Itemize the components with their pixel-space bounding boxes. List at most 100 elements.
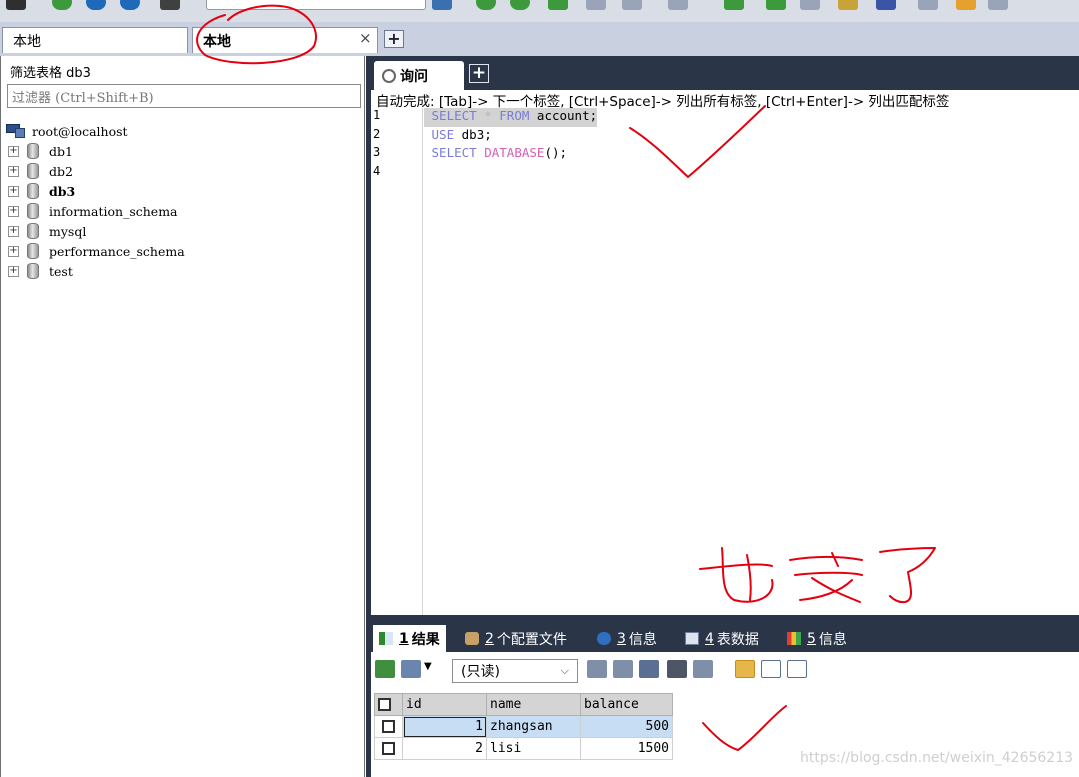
- cell-balance[interactable]: 500: [580, 715, 673, 738]
- connection-tab-bar: 本地 本地 × +: [0, 22, 1079, 56]
- tab-info-5[interactable]: 5 信息: [781, 625, 853, 652]
- chevron-down-icon: ⌵: [560, 664, 569, 677]
- toolbar-icon[interactable]: [918, 0, 938, 10]
- database-icon: [27, 163, 39, 179]
- toolbar-icon[interactable]: [432, 0, 452, 10]
- toolbar-icon[interactable]: [52, 0, 72, 10]
- toolbar-icon[interactable]: [160, 0, 180, 10]
- toolbar-icon[interactable]: [120, 0, 140, 10]
- chevron-down-icon[interactable]: ▼: [424, 661, 432, 672]
- row-checkbox[interactable]: [374, 737, 403, 760]
- expand-icon[interactable]: +: [8, 225, 19, 237]
- tree-item-performance_schema[interactable]: + performance_schema: [6, 241, 185, 261]
- code-area[interactable]: SELECT * FROM account; USE db3; SELECT D…: [424, 108, 598, 183]
- toolbar-icon[interactable]: [510, 0, 530, 10]
- expand-icon[interactable]: +: [8, 265, 19, 277]
- table-row[interactable]: 1 zhangsan 500: [374, 715, 673, 738]
- column-header[interactable]: balance: [580, 693, 673, 716]
- tree-item-db3[interactable]: + db3: [6, 181, 185, 201]
- cell-id[interactable]: 1: [402, 715, 487, 738]
- tab-info[interactable]: 3 信息: [591, 625, 663, 652]
- toolbar-icon[interactable]: [956, 0, 976, 10]
- result-tab-bar: 1 结果 2 个配置文件 3 信息 4 表数据 5 信息: [371, 622, 1079, 652]
- toolbar-icon[interactable]: [86, 0, 106, 10]
- database-label: test: [49, 263, 73, 279]
- import-icon[interactable]: [401, 660, 421, 678]
- connection-tab-active[interactable]: 本地: [192, 27, 378, 53]
- code-line-4[interactable]: [424, 164, 597, 183]
- toolbar-icon[interactable]: [800, 0, 820, 10]
- cell-balance[interactable]: 1500: [580, 737, 673, 760]
- new-connection-tab-button[interactable]: +: [384, 30, 404, 48]
- database-icon: [27, 183, 39, 199]
- row-checkbox[interactable]: [374, 715, 403, 738]
- toolbar-icon[interactable]: [476, 0, 496, 10]
- toolbar-icon[interactable]: [6, 0, 26, 10]
- toolbar-icon[interactable]: [206, 0, 426, 10]
- text-view-icon[interactable]: [787, 660, 807, 678]
- server-label: root@localhost: [32, 123, 128, 139]
- tab-query[interactable]: 询问: [374, 61, 464, 90]
- tree-item-db1[interactable]: + db1: [6, 141, 185, 161]
- line-number-gutter: 1 2 3 4: [371, 108, 423, 615]
- close-tab-icon[interactable]: ×: [359, 29, 372, 47]
- expand-icon[interactable]: +: [8, 185, 19, 197]
- cancel-icon[interactable]: [693, 660, 713, 678]
- expand-icon[interactable]: +: [8, 165, 19, 177]
- table-row[interactable]: 2 lisi 1500: [374, 737, 673, 760]
- toolbar-icon[interactable]: [766, 0, 786, 10]
- result-toolbar: ▼ (只读) ⌵: [371, 656, 1079, 684]
- query-icon: [382, 68, 396, 83]
- tab-table-data[interactable]: 4 表数据: [679, 625, 765, 652]
- database-label: information_schema: [49, 203, 178, 219]
- expand-icon[interactable]: +: [8, 145, 19, 157]
- server-node[interactable]: root@localhost: [6, 121, 185, 141]
- cell-name[interactable]: zhangsan: [486, 715, 581, 738]
- cell-name[interactable]: lisi: [486, 737, 581, 760]
- result-grid[interactable]: id name balance 1 zhangsan 500 2 lisi 15…: [374, 693, 673, 760]
- database-icon: [27, 143, 39, 159]
- export-icon[interactable]: [375, 660, 395, 678]
- insert-row-icon[interactable]: [587, 660, 607, 678]
- connection-tab[interactable]: 本地: [2, 27, 188, 53]
- filter-title: 筛选表格 db3: [10, 66, 91, 81]
- column-header[interactable]: name: [486, 693, 581, 716]
- toolbar-icon[interactable]: [668, 0, 688, 10]
- form-view-icon[interactable]: [761, 660, 781, 678]
- expand-icon[interactable]: +: [8, 245, 19, 257]
- database-icon: [27, 223, 39, 239]
- tree-item-information_schema[interactable]: + information_schema: [6, 201, 185, 221]
- tab-profile[interactable]: 2 个配置文件: [459, 625, 573, 652]
- duplicate-row-icon[interactable]: [613, 660, 633, 678]
- delete-icon[interactable]: [667, 660, 687, 678]
- new-query-tab-button[interactable]: +: [469, 64, 489, 83]
- tab-result[interactable]: 1 结果: [373, 625, 446, 652]
- column-header[interactable]: id: [402, 693, 487, 716]
- toolbar-icon[interactable]: [622, 0, 642, 10]
- profile-icon: [465, 632, 479, 645]
- filter-input[interactable]: 过滤器 (Ctrl+Shift+B): [7, 84, 361, 108]
- code-line-3[interactable]: SELECT DATABASE();: [424, 145, 597, 164]
- tree-item-mysql[interactable]: + mysql: [6, 221, 185, 241]
- toolbar-icon[interactable]: [988, 0, 1008, 10]
- toolbar-icon[interactable]: [876, 0, 896, 10]
- code-line-2[interactable]: USE db3;: [424, 127, 597, 146]
- save-icon[interactable]: [639, 660, 659, 678]
- code-line-1[interactable]: SELECT * FROM account;: [424, 108, 598, 127]
- readonly-select[interactable]: (只读) ⌵: [452, 659, 578, 683]
- sql-editor[interactable]: 自动完成: [Tab]-> 下一个标签, [Ctrl+Space]-> 列出所有…: [371, 90, 1079, 615]
- tree-item-db2[interactable]: + db2: [6, 161, 185, 181]
- expand-icon[interactable]: +: [8, 205, 19, 217]
- toolbar-icon[interactable]: [586, 0, 606, 10]
- toolbar-icon[interactable]: [838, 0, 858, 10]
- select-all-checkbox[interactable]: [374, 693, 403, 716]
- toolbar-icon[interactable]: [724, 0, 744, 10]
- toolbar-icon[interactable]: [548, 0, 568, 10]
- cell-id[interactable]: 2: [402, 737, 487, 760]
- watermark: https://blog.csdn.net/weixin_42656213: [800, 750, 1074, 766]
- database-label: db3: [49, 183, 76, 199]
- info-icon: [597, 632, 611, 645]
- database-icon: [27, 243, 39, 259]
- grid-view-icon[interactable]: [735, 660, 755, 678]
- tree-item-test[interactable]: + test: [6, 261, 185, 281]
